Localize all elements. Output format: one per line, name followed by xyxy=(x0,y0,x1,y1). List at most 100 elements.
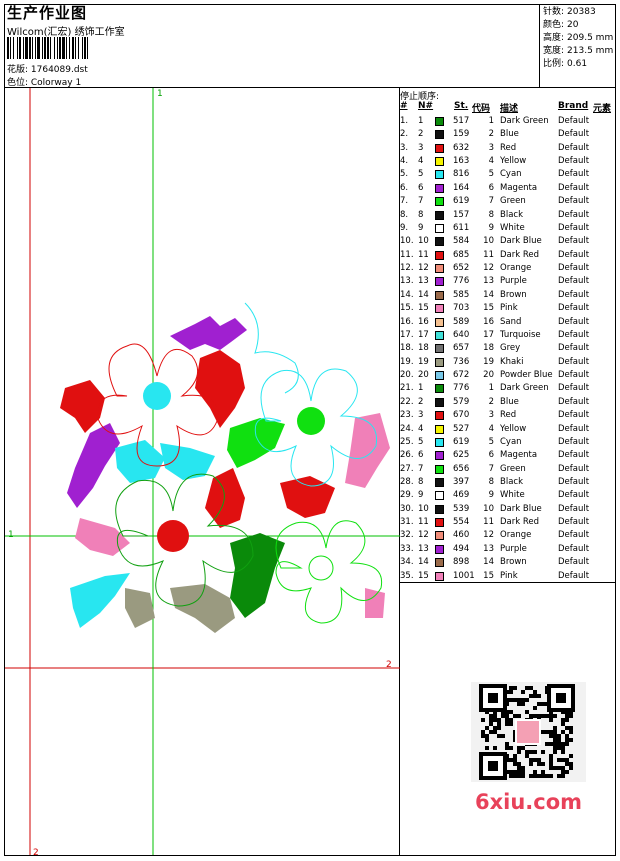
row-index: 33. xyxy=(400,543,414,554)
stats-panel: 针数: 20383 颜色: 20 高度: 209.5 mm 宽度: 213.5 mm 比例: 0.… xyxy=(543,6,613,71)
color-swatch xyxy=(435,518,444,528)
stat-label: 宽度: xyxy=(543,46,565,56)
row-description: Cyan xyxy=(500,436,522,447)
barcode-bar xyxy=(75,37,76,59)
row-code: 20 xyxy=(483,370,494,381)
row-brand: Default xyxy=(558,156,590,167)
row-stitches: 164 xyxy=(453,182,470,193)
row-brand: Default xyxy=(558,222,590,233)
row-stitches: 736 xyxy=(453,356,470,367)
qr-module xyxy=(493,746,497,750)
qr-module xyxy=(517,774,521,778)
color-swatch xyxy=(435,544,444,554)
row-brand: Default xyxy=(558,142,590,153)
row-stitches: 460 xyxy=(453,530,470,541)
header-needle: N# xyxy=(418,101,434,111)
qr-module xyxy=(481,734,485,738)
row-code: 13 xyxy=(483,276,494,287)
qr-module xyxy=(565,714,569,718)
row-brand: Default xyxy=(558,316,590,327)
qr-module xyxy=(549,718,553,722)
qr-module xyxy=(565,742,569,746)
qr-module xyxy=(565,738,569,742)
qr-module xyxy=(529,750,533,754)
row-stitches: 589 xyxy=(453,316,470,327)
table-row: 26. 6 625 6 Magenta Default xyxy=(399,449,615,462)
row-code: 15 xyxy=(483,303,494,314)
table-row: 14. 14 585 14 Brown Default xyxy=(399,289,615,302)
table-row: 34. 14 898 14 Brown Default xyxy=(399,556,615,569)
row-description: White xyxy=(500,490,525,501)
qr-module xyxy=(505,742,509,746)
table-row: 4. 4 163 4 Yellow Default xyxy=(399,155,615,168)
row-stitches: 632 xyxy=(453,142,470,153)
site-logo: 6xiu.com xyxy=(475,790,583,814)
qr-module xyxy=(533,750,537,754)
stat-line: 高度: 209.5 mm xyxy=(543,32,613,45)
row-stitches: 157 xyxy=(453,209,470,220)
qr-module xyxy=(513,770,517,774)
row-index: 17. xyxy=(400,329,414,340)
qr-module xyxy=(553,714,557,718)
row-index: 2. xyxy=(400,129,409,140)
color-swatch xyxy=(435,357,444,367)
qr-module xyxy=(541,702,545,706)
table-row: 11. 11 685 11 Dark Red Default xyxy=(399,249,615,262)
qr-module xyxy=(497,734,501,738)
color-swatch xyxy=(435,210,444,220)
row-index: 24. xyxy=(400,423,414,434)
row-description: Purple xyxy=(500,543,527,554)
row-stitches: 776 xyxy=(453,383,470,394)
qr-module xyxy=(557,746,561,750)
qr-module xyxy=(549,730,553,734)
barcode-bar xyxy=(35,37,36,59)
qr-module xyxy=(569,766,573,770)
row-code: 5 xyxy=(488,169,494,180)
qr-module xyxy=(537,714,541,718)
qr-finder-center xyxy=(488,693,498,703)
row-brand: Default xyxy=(558,557,590,568)
row-stitches: 672 xyxy=(453,370,470,381)
qr-module xyxy=(549,714,553,718)
row-needle: 10 xyxy=(418,236,429,247)
qr-module xyxy=(517,770,521,774)
qr-module xyxy=(513,758,517,762)
qr-module xyxy=(505,714,509,718)
row-brand: Default xyxy=(558,383,590,394)
row-index: 23. xyxy=(400,410,414,421)
row-needle: 14 xyxy=(418,557,429,568)
qr-module xyxy=(549,742,553,746)
color-swatch xyxy=(435,477,444,487)
row-index: 21. xyxy=(400,383,414,394)
qr-module xyxy=(541,770,545,774)
qr-module xyxy=(513,762,517,766)
row-needle: 6 xyxy=(418,450,424,461)
barcode-bar xyxy=(59,37,61,59)
page-title: 生产作业图 xyxy=(7,4,88,22)
color-swatch xyxy=(435,531,444,541)
qr-module xyxy=(533,714,537,718)
qr-module xyxy=(569,730,573,734)
row-code: 11 xyxy=(483,517,494,528)
table-row: 10. 10 584 10 Dark Blue Default xyxy=(399,235,615,248)
row-description: Dark Blue xyxy=(500,503,542,514)
row-index: 1. xyxy=(400,116,409,126)
qr-module xyxy=(533,770,537,774)
qr-module xyxy=(553,738,557,742)
row-description: Pink xyxy=(500,570,518,581)
color-swatch xyxy=(435,290,444,300)
color-swatch xyxy=(435,117,444,126)
row-description: Yellow xyxy=(500,156,527,167)
qr-module xyxy=(489,718,493,722)
row-index: 26. xyxy=(400,450,414,461)
table-row: 13. 13 776 13 Purple Default xyxy=(399,275,615,288)
header-code: 代码 xyxy=(472,104,491,114)
row-code: 9 xyxy=(488,222,494,233)
row-code: 5 xyxy=(488,436,494,447)
qr-module xyxy=(541,762,545,766)
row-stitches: 703 xyxy=(453,303,470,314)
qr-module xyxy=(497,726,501,730)
qr-module xyxy=(533,690,537,694)
row-index: 10. xyxy=(400,236,414,247)
qr-module xyxy=(549,758,553,762)
